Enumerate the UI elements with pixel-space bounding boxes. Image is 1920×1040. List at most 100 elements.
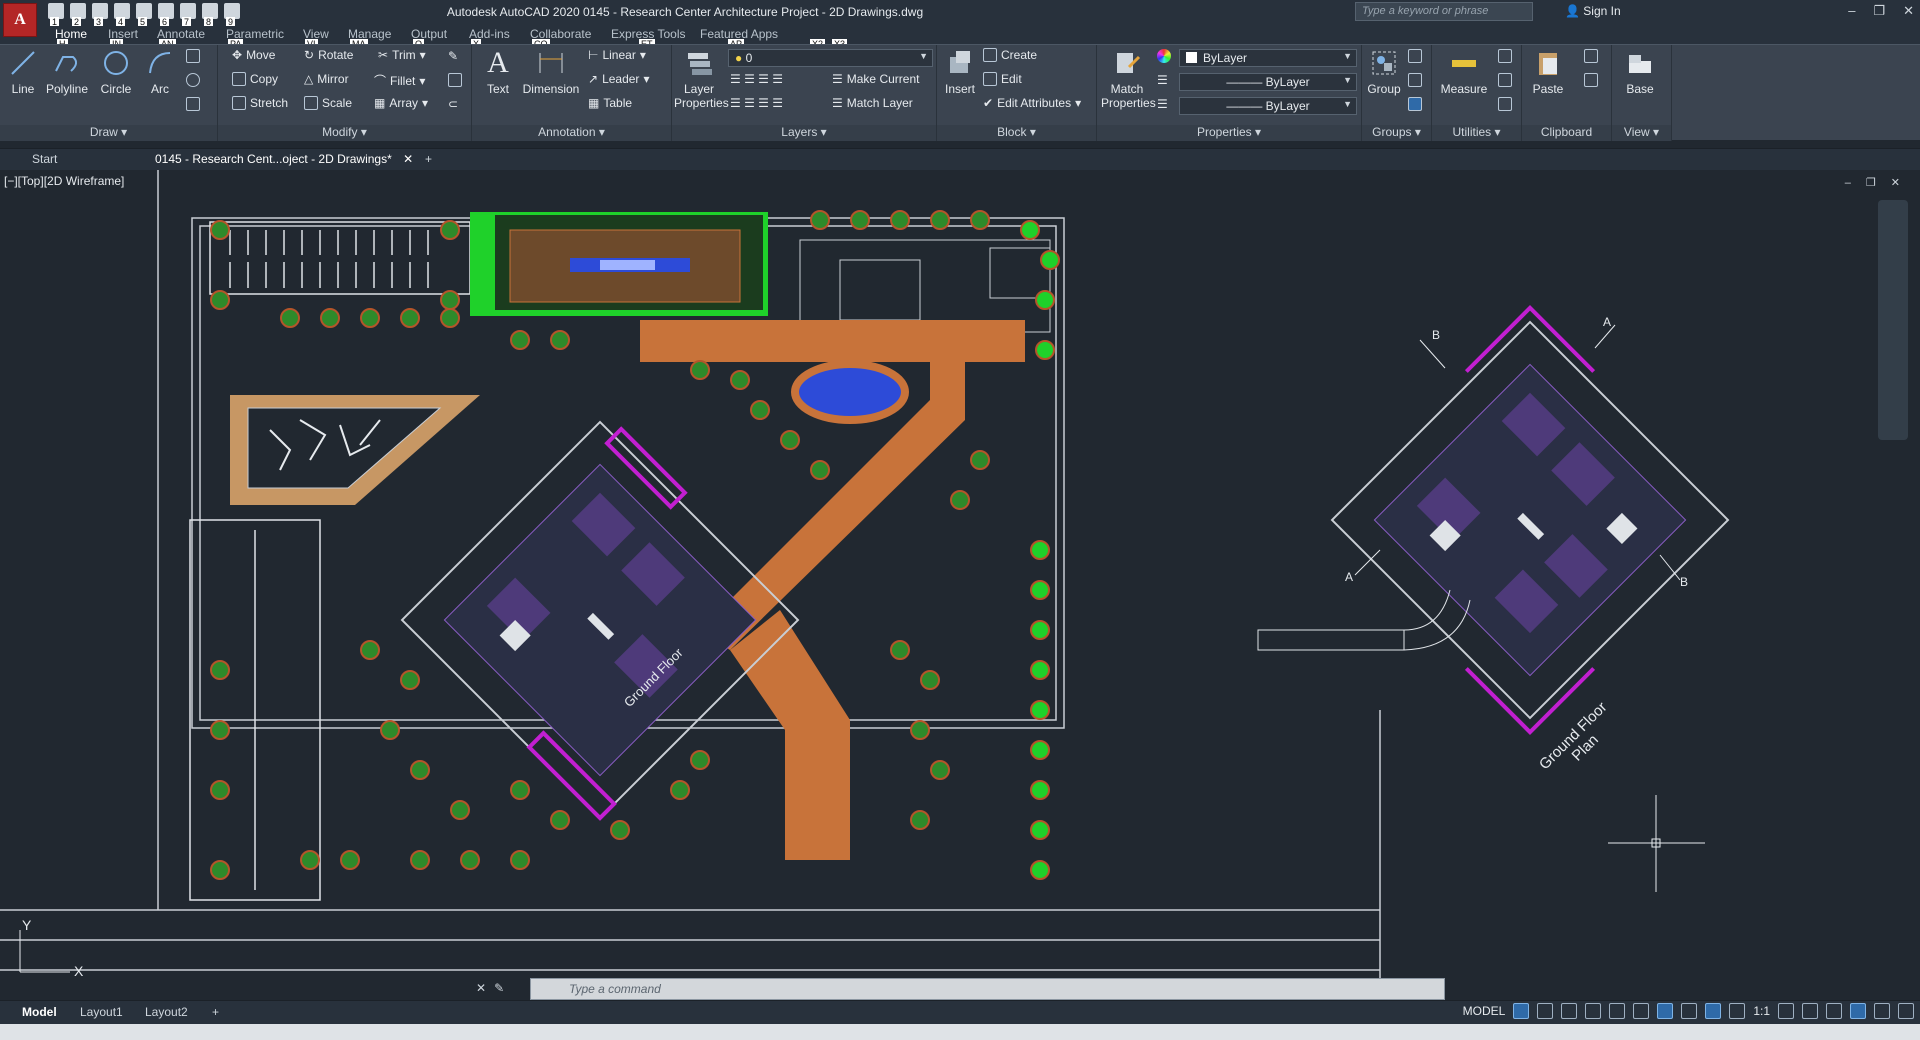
panel-title-groups[interactable]: Groups ▾ (1362, 125, 1431, 141)
tab-annotate[interactable]: AnnotateAN (157, 27, 205, 49)
layer-properties-button[interactable]: Layer Properties (674, 47, 729, 110)
close-icon[interactable]: ✕ (1903, 3, 1914, 19)
selection-cycling-icon[interactable] (1657, 1003, 1674, 1019)
layer-tools-row1[interactable]: ☰ ☰ ☰ ☰ (730, 72, 783, 86)
move-button[interactable]: ✥ Move (232, 48, 275, 62)
tab-featured-apps[interactable]: Featured AppsAP (700, 27, 778, 49)
hatch-button[interactable] (186, 97, 200, 111)
paste-button[interactable]: Paste (1528, 47, 1568, 96)
tab-start[interactable]: Start (32, 152, 57, 166)
object-snap-icon[interactable] (1633, 1003, 1650, 1019)
leader-button[interactable]: ↗ Leader ▾ (588, 72, 649, 86)
maximize-icon[interactable]: ❐ (1873, 3, 1885, 19)
copy-clip-button[interactable] (1584, 73, 1598, 87)
search-input[interactable]: Type a keyword or phrase (1355, 2, 1533, 21)
scale-button[interactable]: Scale (304, 96, 352, 110)
polar-icon[interactable] (1585, 1003, 1602, 1019)
customize-icon[interactable]: ✎ (494, 981, 504, 995)
panel-title-block[interactable]: Block ▾ (937, 125, 1096, 141)
calculator-button[interactable] (1498, 97, 1512, 111)
line-button[interactable]: Line (6, 47, 40, 96)
tab-express-tools[interactable]: Express ToolsET (611, 27, 685, 49)
drawing-canvas[interactable]: [−][Top][2D Wireframe] – ❐ ✕ Y X Ground … (0, 170, 1920, 1000)
table-button[interactable]: ▦ Table (588, 96, 632, 110)
clean-screen-icon[interactable] (1874, 1003, 1890, 1019)
quick-select-button[interactable] (1498, 73, 1512, 87)
tab-home[interactable]: HomeH (55, 27, 87, 49)
circle-button[interactable]: Circle (96, 47, 136, 96)
ortho-icon[interactable] (1561, 1003, 1578, 1019)
grid-icon[interactable] (1513, 1003, 1530, 1019)
rectangle-button[interactable] (186, 49, 200, 63)
panel-title-utilities[interactable]: Utilities ▾ (1432, 125, 1521, 141)
add-layout-button[interactable]: + (212, 1005, 219, 1019)
cut-button[interactable] (1584, 49, 1598, 63)
panel-title-draw[interactable]: Draw ▾ (0, 125, 217, 141)
tab-parametric[interactable]: ParametricPA (226, 27, 284, 49)
group-edit-button[interactable] (1408, 73, 1422, 87)
annotation-visibility-icon[interactable] (1705, 1003, 1722, 1019)
match-layer-button[interactable]: ☰ Match Layer (832, 96, 913, 110)
close-command-icon[interactable]: ✕ (476, 981, 486, 995)
color-dropdown[interactable]: ByLayer ▼ (1179, 49, 1357, 67)
panel-title-modify[interactable]: Modify ▾ (218, 125, 471, 141)
layout-tab-2[interactable]: Layout2 (145, 1005, 188, 1019)
edit-block-button[interactable]: Edit (983, 72, 1022, 86)
layer-tools-row2[interactable]: ☰ ☰ ☰ ☰ (730, 96, 783, 110)
create-block-button[interactable]: Create (983, 48, 1037, 62)
stretch-button[interactable]: Stretch (232, 96, 288, 110)
auto-scale-icon[interactable] (1729, 1003, 1746, 1019)
panel-title-layers[interactable]: Layers ▾ (672, 125, 936, 141)
rotate-button[interactable]: ↻ Rotate (304, 48, 353, 62)
edit-attributes-button[interactable]: ✔ Edit Attributes ▾ (983, 96, 1081, 110)
new-tab-button[interactable]: + (425, 152, 432, 166)
select-all-button[interactable] (1498, 49, 1512, 63)
fillet-button[interactable]: ⌒ Fillet ▾ (374, 72, 425, 89)
command-input[interactable]: Type a command (530, 978, 1445, 1000)
tab-manage[interactable]: ManageMA (348, 27, 391, 49)
ungroup-button[interactable] (1408, 49, 1422, 63)
workspace-gear-icon[interactable] (1778, 1003, 1794, 1019)
make-current-button[interactable]: ☰ Make Current (832, 72, 919, 86)
units-icon[interactable] (1826, 1003, 1842, 1019)
layer-dropdown[interactable]: ● 0 ▼ (728, 49, 933, 67)
array-button[interactable]: ▦ Array ▾ (374, 96, 428, 110)
group-button[interactable]: Group (1366, 47, 1402, 96)
panel-title-annotation[interactable]: Annotation ▾ (472, 125, 671, 141)
linear-button[interactable]: ⊢ Linear ▾ (588, 48, 646, 62)
explode-button[interactable] (448, 73, 462, 87)
tab-output[interactable]: OutputO (411, 27, 447, 49)
tab-drawing[interactable]: 0145 - Research Cent...oject - 2D Drawin… (155, 152, 413, 166)
annotation-scale[interactable]: 1:1 (1753, 1004, 1770, 1018)
insert-button[interactable]: Insert (941, 47, 979, 96)
text-button[interactable]: A Text (482, 46, 514, 96)
application-menu-button[interactable]: A (3, 3, 37, 37)
panel-title-properties[interactable]: Properties ▾ (1097, 125, 1361, 141)
linetype-dropdown[interactable]: ——— ByLayer ▼ (1179, 97, 1357, 115)
isolate-objects-icon[interactable] (1850, 1003, 1866, 1019)
minimize-icon[interactable]: – (1848, 3, 1855, 19)
lineweight-dropdown[interactable]: ——— ByLayer ▼ (1179, 73, 1357, 91)
snap-icon[interactable] (1537, 1003, 1554, 1019)
copy-button[interactable]: Copy (232, 72, 278, 86)
customization-menu-icon[interactable] (1898, 1003, 1914, 1019)
panel-title-view[interactable]: View ▾ (1612, 125, 1671, 141)
layout-tab-1[interactable]: Layout1 (80, 1005, 123, 1019)
tab-view[interactable]: ViewVI (303, 27, 329, 49)
annotation-monitor-icon[interactable] (1802, 1003, 1818, 1019)
erase-button[interactable]: ✎ (448, 49, 458, 63)
tab-add-ins[interactable]: Add-insX (469, 27, 510, 49)
lineweight-toggle-icon[interactable] (1681, 1003, 1698, 1019)
sign-in-button[interactable]: 👤 Sign In (1565, 4, 1621, 18)
tab-collaborate[interactable]: CollaborateCO (530, 27, 591, 49)
offset-button[interactable]: ⊂ (448, 97, 458, 111)
group-select-button[interactable] (1408, 97, 1422, 111)
trim-button[interactable]: ✂ Trim ▾ (378, 48, 426, 62)
tab-insert[interactable]: InsertIN (108, 27, 138, 49)
arc-button[interactable]: Arc (142, 47, 178, 96)
measure-button[interactable]: Measure (1436, 47, 1492, 96)
close-tab-icon[interactable]: ✕ (403, 152, 413, 166)
match-properties-button[interactable]: Match Properties (1101, 47, 1156, 110)
isodraft-icon[interactable] (1609, 1003, 1626, 1019)
mirror-button[interactable]: △ Mirror (304, 72, 349, 86)
